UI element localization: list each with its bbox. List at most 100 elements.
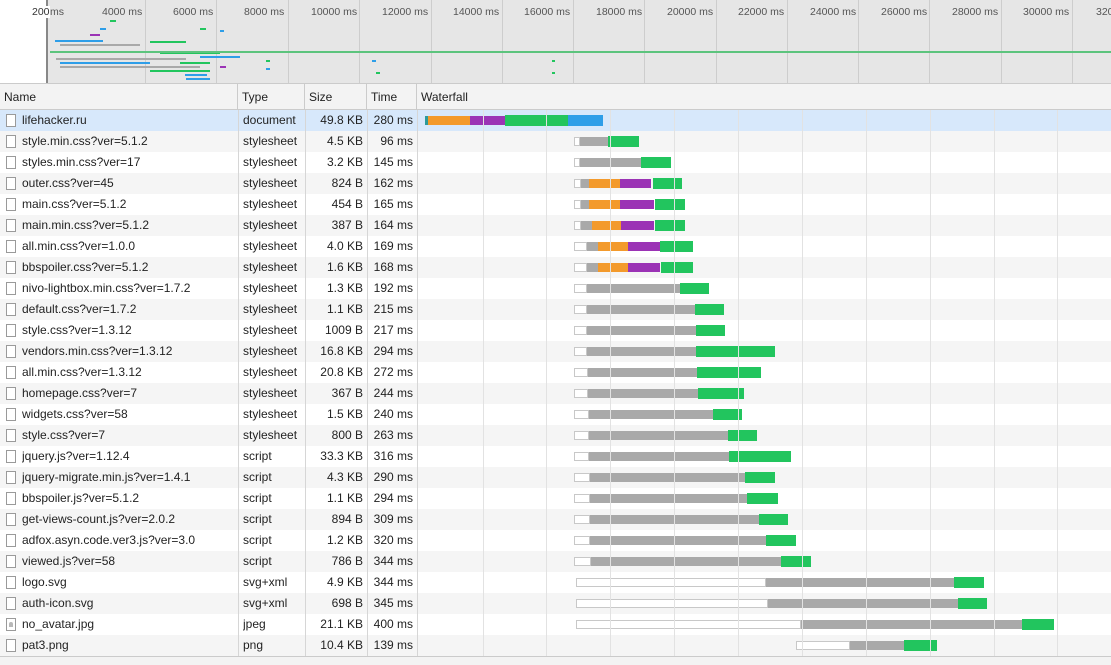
waterfall-stall-segment (588, 389, 698, 398)
waterfall-stall-segment (587, 242, 598, 251)
table-row[interactable]: auth-icon.svg svg+xml 698 B 345 ms (0, 593, 1111, 614)
table-row[interactable]: bbspoiler.js?ver=5.1.2 script 1.1 KB 294 ms (0, 488, 1111, 509)
overview-request-mark (220, 66, 226, 68)
waterfall-queue-segment (574, 473, 590, 482)
waterfall-grid-line (930, 110, 931, 656)
request-time: 294 ms (373, 491, 413, 505)
column-header-waterfall[interactable]: Waterfall (417, 84, 1111, 110)
request-time: 294 ms (373, 344, 413, 358)
waterfall-queue-segment (574, 347, 587, 356)
request-type: stylesheet (243, 302, 298, 316)
column-header-name[interactable]: Name (0, 84, 238, 110)
document-icon (6, 555, 16, 568)
column-header-time[interactable]: Time (367, 84, 417, 110)
table-row[interactable]: get-views-count.js?ver=2.0.2 script 894 B 3… (0, 509, 1111, 530)
request-time: 145 ms (373, 155, 413, 169)
overview-request-mark (180, 62, 210, 64)
document-icon (6, 135, 16, 148)
overview-tick-label: 24000 ms (810, 6, 857, 18)
table-row[interactable]: default.css?ver=1.7.2 stylesheet 1.1 KB 215… (0, 299, 1111, 320)
request-type: stylesheet (243, 176, 298, 190)
waterfall-connect-segment (428, 116, 470, 125)
waterfall-connect-segment (592, 221, 621, 230)
overview-handle-label: 200 (32, 6, 50, 18)
request-type: script (243, 449, 272, 463)
request-type: stylesheet (243, 218, 298, 232)
column-separator (305, 110, 306, 656)
table-row[interactable]: all.min.css?ver=1.3.12 stylesheet 20.8 KB 2… (0, 362, 1111, 383)
request-size: 698 B (331, 596, 363, 610)
waterfall-stall-segment (581, 179, 589, 188)
waterfall-wait-segment (655, 199, 685, 210)
table-row[interactable]: main.css?ver=5.1.2 stylesheet 454 B 165 ms (0, 194, 1111, 215)
waterfall-stall-segment (588, 368, 697, 377)
waterfall-stall-segment (581, 200, 589, 209)
request-name: get-views-count.js?ver=2.0.2 (22, 512, 176, 526)
table-row[interactable]: style.css?ver=7 stylesheet 800 B 263 ms (0, 425, 1111, 446)
request-name: style.css?ver=1.3.12 (22, 323, 132, 337)
waterfall-wait-segment (695, 304, 724, 315)
request-time: 316 ms (373, 449, 413, 463)
waterfall-stall-segment (580, 137, 608, 146)
waterfall-wait-segment (781, 556, 811, 567)
overview-tick-label: 16000 ms (524, 6, 571, 18)
table-row[interactable]: lifehacker.ru document 49.8 KB 280 ms (0, 110, 1111, 131)
overview-timeline[interactable]: ms 4000 ms 6000 ms 8000 ms 10000 ms 12000 ms 1… (0, 0, 1111, 84)
request-name: nivo-lightbox.min.css?ver=1.7.2 (22, 281, 191, 295)
request-type: document (243, 113, 296, 127)
table-row[interactable]: bbspoiler.css?ver=5.1.2 stylesheet 1.6 KB 1… (0, 257, 1111, 278)
waterfall-connect-segment (598, 263, 628, 272)
column-header-size[interactable]: Size (305, 84, 367, 110)
document-icon (6, 513, 16, 526)
table-row[interactable]: widgets.css?ver=58 stylesheet 1.5 KB 240 ms (0, 404, 1111, 425)
request-name: all.min.css?ver=1.0.0 (22, 239, 136, 253)
request-name: widgets.css?ver=58 (22, 407, 128, 421)
table-row[interactable]: main.min.css?ver=5.1.2 stylesheet 387 B 164… (0, 215, 1111, 236)
overview-request-mark (186, 78, 210, 80)
overview-tick-label: 10000 ms (311, 6, 358, 18)
table-row[interactable]: styles.min.css?ver=17 stylesheet 3.2 KB 145… (0, 152, 1111, 173)
document-icon (6, 345, 16, 358)
column-separator (417, 110, 418, 656)
waterfall-ssl-segment (620, 200, 654, 209)
overview-tick-label: 18000 ms (596, 6, 643, 18)
table-row[interactable]: outer.css?ver=45 stylesheet 824 B 162 ms (0, 173, 1111, 194)
request-time: 344 ms (373, 575, 413, 589)
table-row[interactable]: jquery-migrate.min.js?ver=1.4.1 script 4.3… (0, 467, 1111, 488)
waterfall-wait-segment (696, 346, 775, 357)
table-row[interactable]: viewed.js?ver=58 script 786 B 344 ms (0, 551, 1111, 572)
waterfall-stall-segment (587, 347, 696, 356)
waterfall-connect-segment (589, 179, 620, 188)
waterfall-grid-line (674, 110, 675, 656)
table-row[interactable]: vendors.min.css?ver=1.3.12 stylesheet 16.8… (0, 341, 1111, 362)
table-row[interactable]: adfox.asyn.code.ver3.js?ver=3.0 script 1.2… (0, 530, 1111, 551)
request-size: 454 B (331, 197, 363, 211)
overview-request-mark (150, 41, 186, 43)
overview-tick-label: 8000 ms (244, 6, 285, 18)
overview-tick-line (145, 0, 146, 83)
document-icon (6, 471, 16, 484)
request-size: 800 B (331, 428, 363, 442)
table-row[interactable]: no_avatar.jpg jpeg 21.1 KB 400 ms (0, 614, 1111, 635)
table-row[interactable]: all.min.css?ver=1.0.0 stylesheet 4.0 KB 169… (0, 236, 1111, 257)
request-type: stylesheet (243, 428, 298, 442)
request-type: jpeg (243, 617, 266, 631)
table-row[interactable]: logo.svg svg+xml 4.9 KB 344 ms (0, 572, 1111, 593)
request-time: 168 ms (373, 260, 413, 274)
document-icon (6, 198, 16, 211)
waterfall-wait-segment (766, 535, 796, 546)
overview-tick-label: 4000 ms (102, 6, 143, 18)
table-row[interactable]: jquery.js?ver=1.12.4 script 33.3 KB 316 ms (0, 446, 1111, 467)
table-row[interactable]: style.min.css?ver=5.1.2 stylesheet 4.5 KB 9… (0, 131, 1111, 152)
waterfall-queue-segment (574, 263, 587, 272)
waterfall-stall-segment (590, 536, 766, 545)
table-row[interactable]: homepage.css?ver=7 stylesheet 367 B 244 ms (0, 383, 1111, 404)
column-header-type[interactable]: Type (238, 84, 305, 110)
waterfall-grid-line (866, 110, 867, 656)
table-row[interactable]: pat3.png png 10.4 KB 139 ms (0, 635, 1111, 656)
waterfall-queue-segment (796, 641, 850, 650)
request-size: 4.3 KB (326, 470, 363, 484)
table-row[interactable]: nivo-lightbox.min.css?ver=1.7.2 styleshee… (0, 278, 1111, 299)
waterfall-ssl-segment (621, 221, 654, 230)
table-row[interactable]: style.css?ver=1.3.12 stylesheet 1009 B 217 … (0, 320, 1111, 341)
